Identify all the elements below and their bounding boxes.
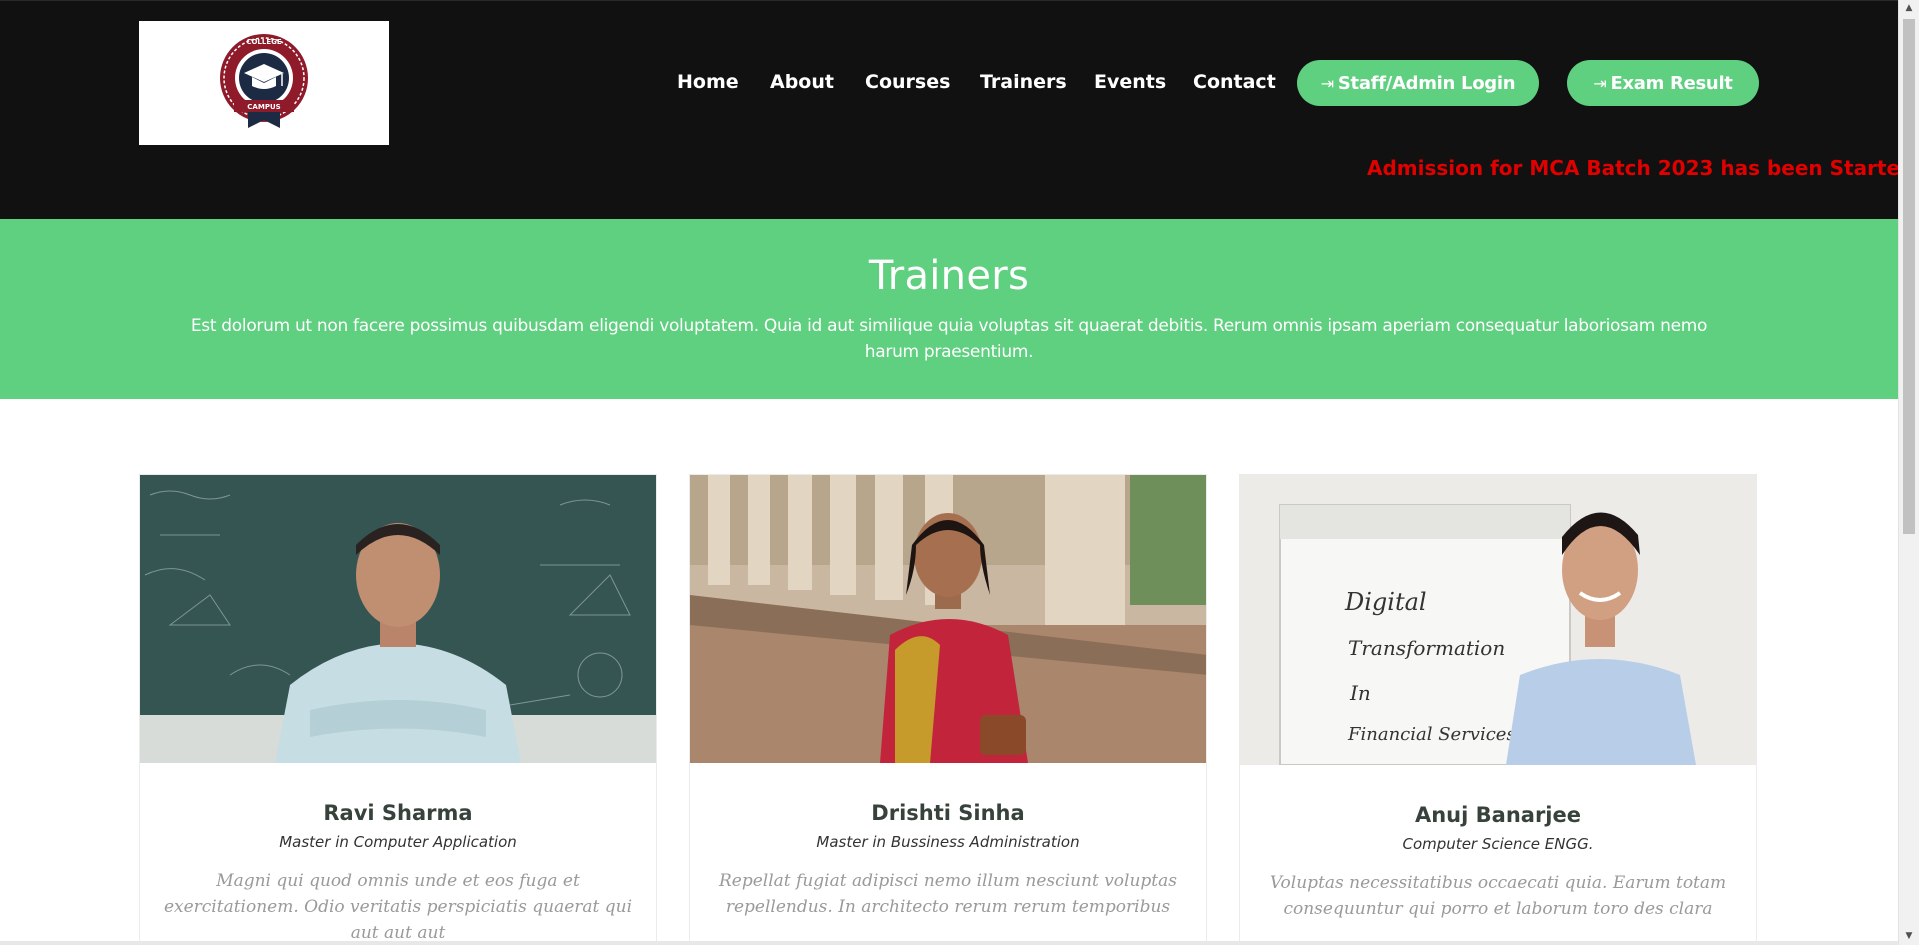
scroll-up-arrow-icon[interactable]: ▲: [1899, 0, 1919, 17]
trainer-name: Drishti Sinha: [871, 801, 1025, 825]
trainer-card: Drishti Sinha Master in Bussiness Admini…: [689, 474, 1207, 945]
trainer-photo-image: [690, 475, 1206, 763]
nav-home[interactable]: Home: [677, 71, 739, 93]
trainer-photo-image: Digital Transformation In Financial Serv…: [1240, 475, 1756, 765]
whiteboard-line: Digital: [1344, 588, 1427, 616]
login-arrow-icon: ⇥: [1320, 73, 1334, 93]
vertical-scrollbar[interactable]: ▲ ▼: [1898, 0, 1919, 945]
admission-marquee[interactable]: Admission for MCA Batch 2023 has been St…: [1367, 156, 1898, 180]
whiteboard-line: Financial Services: [1347, 724, 1516, 745]
trainer-description: Voluptas necessitatibus occaecati quia. …: [1269, 873, 1727, 919]
trainer-name: Ravi Sharma: [323, 801, 473, 825]
nav-about[interactable]: About: [770, 71, 834, 93]
trainer-name: Anuj Banarjee: [1414, 803, 1581, 827]
nav-events[interactable]: Events: [1094, 71, 1166, 93]
whiteboard-line: Transformation: [1348, 636, 1505, 660]
college-logo[interactable]: CAMPUS COLLEGE: [139, 21, 389, 145]
trainer-role: Computer Science ENGG.: [1402, 835, 1594, 853]
trainer-card: Digital Transformation In Financial Serv…: [1239, 474, 1757, 945]
college-seal-icon: CAMPUS COLLEGE: [220, 34, 308, 128]
login-arrow-icon: ⇥: [1593, 73, 1607, 93]
whiteboard-line: In: [1349, 681, 1371, 705]
horizontal-scrollbar[interactable]: [0, 941, 1898, 945]
exam-result-button[interactable]: ⇥ Exam Result: [1567, 60, 1759, 106]
trainer-description: Repellat fugiat adipisci nemo illum nesc…: [718, 871, 1177, 917]
page-description: Est dolorum ut non facere possimus quibu…: [190, 316, 1708, 362]
page-title: Trainers: [868, 253, 1030, 299]
site-header: CAMPUS COLLEGE Home About Courses Traine…: [0, 0, 1898, 219]
trainer-photo: [140, 475, 656, 763]
trainer-description: Magni qui quod omnis unde et eos fuga et…: [163, 871, 633, 943]
trainer-role: Master in Computer Application: [279, 833, 517, 851]
trainer-photo-image: [140, 475, 656, 763]
nav-contact[interactable]: Contact: [1193, 71, 1276, 93]
nav-courses[interactable]: Courses: [865, 71, 950, 93]
logo-top-text: COLLEGE: [246, 38, 282, 46]
page-banner: Trainers Est dolorum ut non facere possi…: [0, 219, 1898, 399]
staff-login-label: Staff/Admin Login: [1337, 72, 1516, 94]
scroll-down-arrow-icon[interactable]: ▼: [1899, 928, 1919, 945]
scroll-thumb[interactable]: [1903, 19, 1915, 534]
logo-bottom-text: CAMPUS: [247, 103, 280, 111]
trainer-role: Master in Bussiness Administration: [816, 833, 1080, 851]
trainer-photo: [690, 475, 1206, 763]
trainer-card: Ravi Sharma Master in Computer Applicati…: [139, 474, 657, 945]
staff-admin-login-button[interactable]: ⇥ Staff/Admin Login: [1297, 60, 1539, 106]
nav-trainers[interactable]: Trainers: [980, 71, 1067, 93]
trainer-photo: Digital Transformation In Financial Serv…: [1240, 475, 1756, 765]
exam-result-label: Exam Result: [1610, 72, 1733, 94]
